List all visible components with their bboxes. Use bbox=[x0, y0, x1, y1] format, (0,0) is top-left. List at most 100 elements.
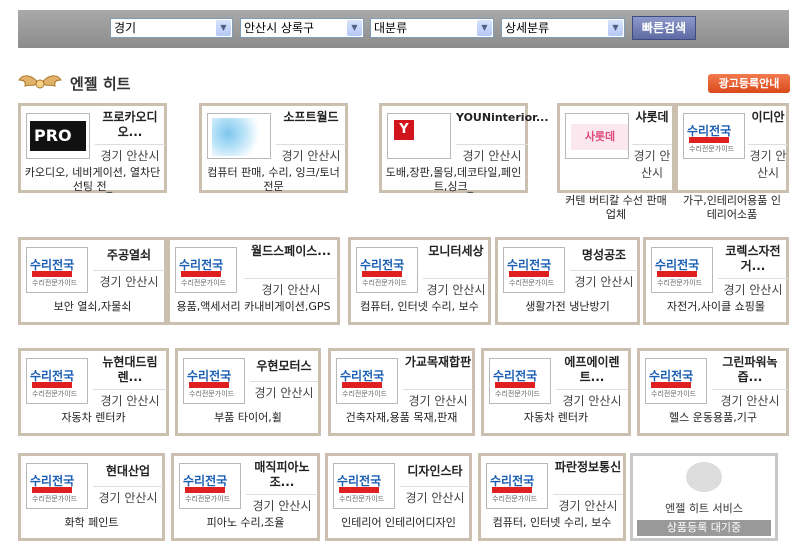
angel-wings-icon bbox=[18, 75, 62, 89]
suri-logo-image: 수리전국 수리전문가이드 bbox=[655, 258, 703, 287]
business-description: 컴퓨터, 인터넷 수리, 보수 bbox=[492, 516, 612, 529]
listing-card[interactable]: 수리전국 수리전문가이드 모니터세상 경기 안산시 컴퓨터, 인터넷 수리, 보수 bbox=[348, 237, 491, 325]
business-location: 경기 안산시 bbox=[403, 389, 473, 409]
region-select[interactable]: 경기 ▼ bbox=[110, 18, 233, 38]
sharotte-logo-image: 사롯데 bbox=[571, 124, 628, 150]
service-status: 상품등록 대기중 bbox=[637, 520, 771, 536]
subcategory-select-value: 상세분류 bbox=[505, 21, 550, 35]
business-logo: 수리전국 수리전문가이드 bbox=[651, 247, 713, 293]
business-logo: 수리전국 수리전문가이드 bbox=[336, 358, 398, 404]
category-select[interactable]: 대분류 ▼ bbox=[370, 18, 494, 38]
business-name: 월드스페이스... bbox=[251, 244, 331, 258]
listing-card[interactable]: 수리전국 수리전문가이드 파란정보통신 경기 안산시 컴퓨터, 인터넷 수리, 보… bbox=[478, 453, 626, 541]
business-logo bbox=[207, 113, 271, 159]
business-name: 우현모터스 bbox=[256, 359, 312, 373]
business-logo: 수리전국 수리전문가이드 bbox=[489, 358, 551, 404]
chevron-down-icon: ▼ bbox=[608, 20, 623, 36]
business-location: 경기 안산시 bbox=[556, 389, 628, 409]
category-select-value: 대분류 bbox=[374, 21, 408, 35]
suri-logo-image: 수리전국 수리전문가이드 bbox=[507, 258, 555, 287]
suri-logo-image: 수리전국 수리전문가이드 bbox=[360, 258, 408, 287]
angel-placeholder-icon bbox=[686, 462, 722, 492]
business-logo: 사롯데 bbox=[565, 113, 629, 159]
business-logo: PRO bbox=[26, 113, 90, 159]
business-description: 건축자재,용품 목재,판재 bbox=[345, 411, 458, 424]
business-location: 경기 안산시 bbox=[276, 144, 346, 164]
business-logo: 수리전국 수리전문가이드 bbox=[645, 358, 707, 404]
business-description: 용품,액세서리 카내비게이션,GPS bbox=[176, 300, 331, 313]
business-description: 컴퓨터, 인터넷 수리, 보수 bbox=[360, 300, 479, 313]
subcategory-select[interactable]: 상세분류 ▼ bbox=[501, 18, 625, 38]
business-name: 주공열쇠 bbox=[106, 248, 152, 262]
business-logo: 수리전국 수리전문가이드 bbox=[683, 113, 745, 159]
business-description: 도배,장판,몰딩,데코타일,페인트,싱크_ bbox=[385, 166, 522, 193]
business-name: 가교목재합판 bbox=[404, 355, 472, 369]
suri-logo-image: 수리전국 수리전문가이드 bbox=[183, 474, 231, 503]
listing-card[interactable]: 수리전국 수리전문가이드 에프에이렌트... 경기 안산시 자동차 렌터카 bbox=[481, 348, 631, 436]
listing-card[interactable]: 수리전국 수리전문가이드 가교목재합판 경기 안산시 건축자재,용품 목재,판재 bbox=[328, 348, 475, 436]
business-location: 경기 안산시 bbox=[570, 270, 638, 290]
business-logo: Y bbox=[387, 113, 451, 159]
business-description: 커텐 버티칼 수선 판매 업체 bbox=[565, 194, 667, 221]
listing-card[interactable]: 수리전국 수리전문가이드 그린파워녹즙... 경기 안산시 헬스 운동용품,기구 bbox=[637, 348, 789, 436]
business-location: 경기 안산시 bbox=[748, 144, 788, 181]
listing-card[interactable]: 수리전국 수리전문가이드 월드스페이스... 경기 안산시 용품,액세서리 카내비… bbox=[167, 237, 340, 325]
listing-card[interactable]: 수리전국 수리전문가이드 코렉스자전거... 경기 안산시 자전거,사이클 쇼핑몰 bbox=[643, 237, 789, 325]
listing-card[interactable]: Y YOUNinterior... 경기 안산시 도배,장판,몰딩,데코타일,페… bbox=[379, 103, 549, 193]
business-name: 모니터세상 bbox=[428, 244, 484, 258]
business-location: 경기 안산시 bbox=[456, 144, 528, 164]
business-location: 경기 안산시 bbox=[93, 486, 163, 506]
chevron-down-icon: ▼ bbox=[477, 20, 492, 36]
quick-search-button[interactable]: 빠른검색 bbox=[632, 16, 696, 40]
business-description: 컴퓨터 판매, 수리, 잉크/토너 전문 bbox=[207, 166, 340, 193]
listing-card[interactable]: 사롯데 샤롯데 경기 안산시 커텐 버티칼 수선 판매 업체 bbox=[557, 103, 675, 221]
suri-logo-image: 수리전국 수리전문가이드 bbox=[493, 369, 541, 398]
listing-card[interactable]: 수리전국 수리전문가이드 뉴현대드림렌... 경기 안산시 자동차 렌터카 bbox=[18, 348, 169, 436]
business-name: 디자인스타 bbox=[407, 464, 463, 478]
suri-logo-subtext: 수리전문가이드 bbox=[689, 145, 735, 153]
listing-card[interactable]: 수리전국 수리전문가이드 현대산업 경기 안산시 화학 페인트 bbox=[18, 453, 165, 541]
listing-card[interactable]: 수리전국 수리전문가이드 이디안 경기 안산시 가구,인테리어용품 인테리어소품 bbox=[675, 103, 789, 221]
listing-card[interactable]: 수리전국 수리전문가이드 매직피아노조... 경기 안산시 피아노 수리,조율 bbox=[171, 453, 320, 541]
business-location: 경기 안산시 bbox=[250, 381, 318, 401]
suri-logo-image: 수리전국 수리전문가이드 bbox=[30, 474, 78, 503]
business-logo: 수리전국 수리전문가이드 bbox=[26, 247, 88, 293]
business-name: 현대산업 bbox=[105, 464, 151, 478]
business-location: 경기 안산시 bbox=[246, 494, 318, 514]
business-description: 헬스 운동용품,기구 bbox=[669, 411, 757, 424]
suri-logo-image: 수리전국 수리전문가이드 bbox=[490, 474, 538, 503]
business-logo: 수리전국 수리전문가이드 bbox=[26, 358, 88, 404]
section-title: 엔젤 히트 bbox=[70, 75, 131, 93]
service-card[interactable]: 엔젤 히트 서비스 상품등록 대기중 bbox=[630, 453, 778, 541]
business-name: 파란정보통신 bbox=[554, 460, 622, 474]
suri-logo-image: 수리전국 수리전문가이드 bbox=[337, 474, 385, 503]
business-description: 보안 열쇠,자물쇠 bbox=[53, 300, 132, 313]
business-name: 명성공조 bbox=[581, 248, 627, 262]
business-location: 경기 안산시 bbox=[553, 494, 623, 514]
business-name: YOUNinterior... bbox=[456, 111, 549, 124]
listing-card[interactable]: 수리전국 수리전문가이드 명성공조 경기 안산시 생활가전 냉난방기 bbox=[495, 237, 640, 325]
listing-card[interactable]: 수리전국 수리전문가이드 우현모터스 경기 안산시 부품 타이어,휠 bbox=[175, 348, 321, 436]
business-description: 자동차 렌터카 bbox=[61, 411, 126, 424]
business-name: 프로카오디오... bbox=[102, 110, 158, 139]
suri-logo-image: 수리전국 수리전문가이드 bbox=[187, 369, 235, 398]
suri-logo-image: 수리전국 수리전문가이드 bbox=[30, 369, 78, 398]
city-select[interactable]: 안산시 상록구 ▼ bbox=[240, 18, 364, 38]
business-name: 샤롯데 bbox=[635, 110, 669, 124]
pro-logo-text: PRO bbox=[34, 126, 72, 145]
listing-card[interactable]: PRO 프로카오디오... 경기 안산시 카오디오, 네비게이션, 열차단 선팅… bbox=[18, 103, 167, 193]
listing-card[interactable]: 소프트월드 경기 안산시 컴퓨터 판매, 수리, 잉크/토너 전문 bbox=[199, 103, 348, 193]
suri-logo-image: 수리전국 수리전문가이드 bbox=[649, 369, 697, 398]
business-logo: 수리전국 수리전문가이드 bbox=[333, 463, 395, 509]
listing-card[interactable]: 수리전국 수리전문가이드 디자인스타 경기 안산시 인테리어 인테리어디자인 bbox=[325, 453, 472, 541]
business-location: 경기 안산시 bbox=[93, 270, 165, 290]
chevron-down-icon: ▼ bbox=[216, 20, 231, 36]
business-description: 인테리어 인테리어디자인 bbox=[341, 516, 456, 529]
business-description: 화학 페인트 bbox=[64, 516, 119, 529]
business-name: 매직피아노조... bbox=[254, 460, 310, 489]
business-location: 경기 안산시 bbox=[712, 389, 788, 409]
business-location: 경기 안산시 bbox=[244, 278, 338, 298]
ad-registration-button[interactable]: 광고등록안내 bbox=[708, 74, 790, 93]
business-logo: 수리전국 수리전문가이드 bbox=[486, 463, 548, 509]
listing-card[interactable]: 수리전국 수리전문가이드 주공열쇠 경기 안산시 보안 열쇠,자물쇠 bbox=[18, 237, 167, 325]
